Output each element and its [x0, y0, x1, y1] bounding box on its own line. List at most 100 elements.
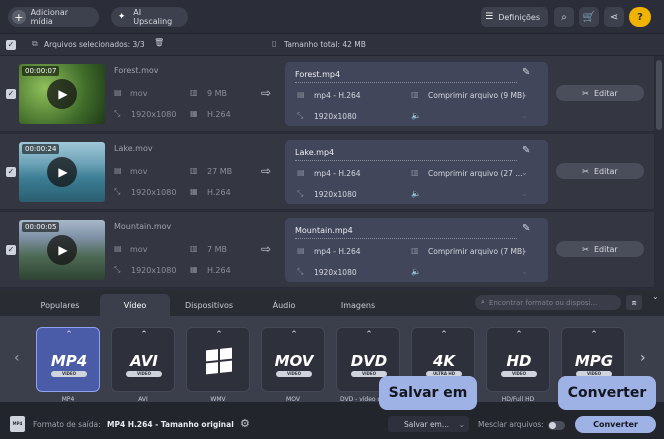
convert-arrow-icon: ⇨ — [261, 86, 272, 100]
scissors-icon: ✂ — [582, 88, 589, 98]
edit-button[interactable]: ✂ Editar — [556, 85, 644, 101]
delete-icon[interactable]: 🗑 — [154, 38, 164, 47]
settings-label: Definições — [498, 12, 540, 22]
chevron-down-icon: ⌄ — [521, 267, 528, 276]
format-settings-button[interactable]: ⧈ — [626, 295, 642, 310]
scrollbar[interactable] — [654, 56, 664, 290]
edit-button[interactable]: ✂ Editar — [556, 241, 644, 257]
chevron-down-icon[interactable]: ⌄ — [521, 90, 528, 99]
play-icon[interactable]: ▶ — [47, 79, 77, 109]
tab-imagens[interactable]: Imagens — [326, 294, 390, 316]
output-format-value[interactable]: MP4 H.264 - Tamanho original — [107, 420, 234, 429]
format-option[interactable]: ⌃ MP4 VIDEO — [36, 327, 100, 392]
file-type-icon: ▤ — [114, 88, 122, 97]
chevron-up-icon[interactable]: ⌃ — [562, 330, 626, 340]
output-settings-icon[interactable]: ⚙ — [240, 417, 250, 430]
ai-upscaling-button[interactable]: ✦ AI Upscaling — [111, 7, 188, 27]
chevron-left-icon[interactable]: ‹ — [14, 350, 20, 366]
format-option[interactable]: ⌃ HD VIDEO — [486, 327, 550, 392]
audio-icon: 🔈 — [411, 189, 421, 198]
edit-label: Editar — [594, 88, 618, 98]
chevron-down-icon[interactable]: ⌄ — [521, 246, 528, 255]
source-resolution: 1920x1080 — [131, 188, 177, 197]
duration-badge: 00:00:05 — [22, 222, 60, 232]
source-size: 7 MB — [207, 245, 228, 254]
format-logo: DVD — [350, 352, 388, 370]
chevron-right-icon[interactable]: › — [640, 350, 646, 366]
tab-video[interactable]: Vídeo — [100, 294, 170, 316]
play-icon[interactable]: ▶ — [47, 157, 77, 187]
compress-option[interactable]: Comprimir arquivo (27 ... — [428, 169, 522, 178]
rename-pencil-icon[interactable]: ✎ — [522, 67, 530, 78]
format-logo: HD — [506, 352, 532, 370]
compress-option[interactable]: Comprimir arquivo (7 MB) — [428, 247, 525, 256]
tab-audio[interactable]: Áudio — [252, 294, 316, 316]
rename-pencil-icon[interactable]: ✎ — [522, 145, 530, 156]
merge-toggle[interactable] — [548, 421, 565, 430]
chevron-down-icon[interactable]: ⌄ — [521, 168, 528, 177]
format-search-input[interactable]: ⌕ Encontrar formato ou disposi... — [475, 295, 621, 310]
file-checkbox[interactable]: ✓ — [6, 245, 16, 255]
file-checkbox[interactable]: ✓ — [6, 167, 16, 177]
output-format[interactable]: mp4 - H.264 — [314, 247, 361, 256]
output-file-name[interactable]: Mountain.mp4 — [295, 226, 353, 235]
output-format[interactable]: mp4 - H.264 — [314, 169, 361, 178]
source-codec: H.264 — [207, 110, 231, 119]
file-thumbnail[interactable]: 00:00:05 ▶ — [19, 220, 105, 280]
add-media-label: Adicionar mídia — [30, 8, 69, 26]
save-to-label: Salvar em... — [404, 419, 450, 429]
source-size: 9 MB — [207, 89, 228, 98]
format-option[interactable]: ⌃ AVI VIDEO — [111, 327, 175, 392]
collapse-icon[interactable]: ⌄ — [652, 292, 659, 301]
output-resolution: 1920x1080 — [314, 112, 357, 121]
tab-dispositivos[interactable]: Dispositivos — [176, 294, 242, 316]
share-button[interactable]: ⋖ — [604, 7, 624, 27]
tab-populares[interactable]: Populares — [28, 294, 92, 316]
add-media-button[interactable]: + Adicionar mídia — [8, 7, 99, 27]
video-icon: ▤ — [297, 246, 305, 255]
file-row: ✓ 00:00:07 ▶ Forest.mov ▤ mov ▥ 9 MB ⤡ 1… — [0, 56, 654, 132]
format-label: MOV — [286, 396, 300, 403]
save-to-dropdown[interactable]: Salvar em... ⌄ — [388, 416, 469, 432]
chevron-up-icon[interactable]: ⌃ — [112, 330, 176, 340]
search-button[interactable]: ⌕ — [554, 7, 574, 27]
chevron-up-icon[interactable]: ⌃ — [412, 330, 476, 340]
resize-icon: ⤡ — [297, 189, 304, 198]
duration-badge: 00:00:07 — [22, 66, 60, 76]
output-file-name[interactable]: Lake.mp4 — [295, 148, 334, 157]
scissors-icon: ✂ — [582, 166, 589, 176]
convert-arrow-icon: ⇨ — [261, 164, 272, 178]
format-panel: Populares Vídeo Dispositivos Áudio Image… — [0, 290, 664, 439]
total-size: Tamanho total: 42 MB — [284, 40, 366, 49]
file-checkbox[interactable]: ✓ — [6, 89, 16, 99]
chevron-up-icon[interactable]: ⌃ — [37, 330, 101, 340]
file-thumbnail[interactable]: 00:00:24 ▶ — [19, 142, 105, 202]
settings-button[interactable]: ☰ Definições — [481, 7, 548, 27]
file-thumbnail[interactable]: 00:00:07 ▶ — [19, 64, 105, 124]
rename-pencil-icon[interactable]: ✎ — [522, 223, 530, 234]
compress-option[interactable]: Comprimir arquivo (9 MB) — [428, 91, 525, 100]
format-option[interactable]: ⌃ — [186, 327, 250, 392]
format-logo-sub: VIDEO — [126, 371, 162, 377]
help-button[interactable]: ? — [629, 7, 651, 27]
chevron-up-icon[interactable]: ⌃ — [187, 330, 251, 340]
chevron-up-icon[interactable]: ⌃ — [337, 330, 401, 340]
edit-button[interactable]: ✂ Editar — [556, 163, 644, 179]
output-format[interactable]: mp4 - H.264 — [314, 91, 361, 100]
file-row: ✓ 00:00:24 ▶ Lake.mov ▤ mov ▥ 27 MB ⤡ 19… — [0, 134, 654, 210]
windows-logo-icon — [206, 347, 232, 375]
source-file-name: Forest.mov — [114, 66, 159, 75]
cart-button[interactable]: 🛒 — [579, 7, 599, 27]
compress-icon: ▥ — [411, 168, 419, 177]
chevron-up-icon[interactable]: ⌃ — [487, 330, 551, 340]
convert-button[interactable]: Converter — [575, 416, 656, 433]
play-icon[interactable]: ▶ — [47, 235, 77, 265]
chevron-up-icon[interactable]: ⌃ — [262, 330, 326, 340]
source-resolution: 1920x1080 — [131, 110, 177, 119]
resize-icon: ⤡ — [297, 267, 304, 276]
search-icon: ⌕ — [561, 11, 567, 23]
compress-icon: ▥ — [411, 246, 419, 255]
select-all-checkbox[interactable]: ✓ — [6, 40, 16, 50]
format-option[interactable]: ⌃ MOV VIDEO — [261, 327, 325, 392]
output-file-name[interactable]: Forest.mp4 — [295, 70, 340, 79]
